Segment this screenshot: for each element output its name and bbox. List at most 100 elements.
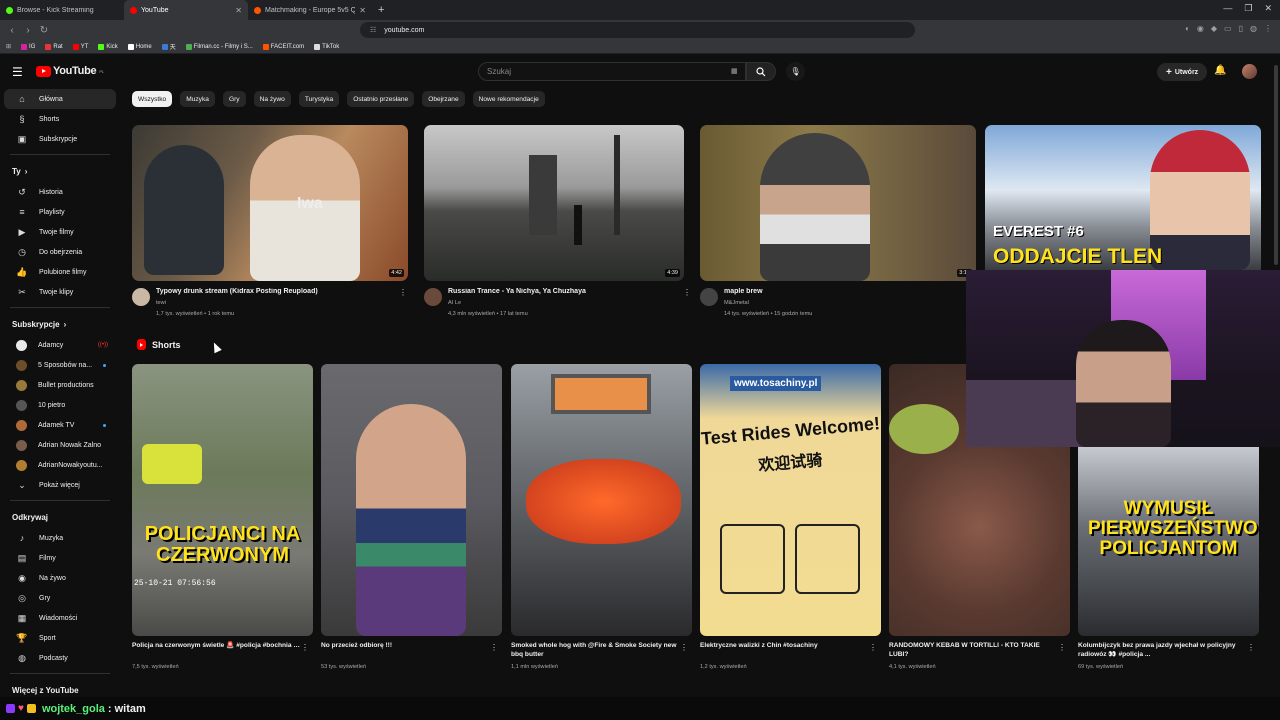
tab-faceit[interactable]: Matchmaking - Europe 5v5 Queue - ✕ <box>248 0 372 20</box>
video-thumbnail[interactable]: 3:13 <box>700 125 976 281</box>
sidebar-icon[interactable]: ▭ <box>1224 24 1232 33</box>
more-icon[interactable]: ⋮ <box>1264 24 1272 33</box>
reload-icon[interactable]: ↻ <box>36 25 52 36</box>
short-title[interactable]: Policja na czerwonym świetle 🚨 #policja … <box>132 641 300 650</box>
menu-icon[interactable]: ☰ <box>12 65 23 79</box>
bookmark-kick[interactable]: Kick <box>98 43 118 50</box>
search-button[interactable] <box>746 62 776 81</box>
sidebar-section-you[interactable]: Ty › <box>0 160 120 182</box>
more-options-icon[interactable]: ⋮ <box>683 288 691 297</box>
back-icon[interactable]: ‹ <box>4 25 20 36</box>
more-options-icon[interactable]: ⋮ <box>1058 643 1066 652</box>
show-more-button[interactable]: ⌄ Pokaż więcej <box>4 475 116 495</box>
chip-games[interactable]: Gry <box>222 91 246 107</box>
short-title[interactable]: Kolumbijczyk bez prawa jazdy wjechał w p… <box>1078 641 1246 659</box>
split-icon[interactable]: ▯ <box>1239 24 1243 33</box>
video-title[interactable]: Russian Trance - Ya Nichya, Ya Chuzhaya <box>448 288 678 295</box>
channel-name[interactable]: AI Le <box>448 300 461 306</box>
sidebar-item-gaming[interactable]: ◎ Gry <box>4 588 116 608</box>
more-options-icon[interactable]: ⋮ <box>1247 643 1255 652</box>
sidebar-item-podcasts[interactable]: ◍ Podcasty <box>4 648 116 668</box>
sidebar-sub-bullet[interactable]: Bullet productions <box>4 375 116 395</box>
notifications-bell-icon[interactable]: 🔔 <box>1214 65 1226 76</box>
bookmark-ig[interactable]: IG <box>21 43 35 50</box>
more-options-icon[interactable]: ⋮ <box>490 643 498 652</box>
sidebar-item-home[interactable]: ⌂ Główna <box>4 89 116 109</box>
bookmark-rat[interactable]: Rat <box>45 43 63 50</box>
minimize-icon[interactable]: — <box>1223 3 1232 14</box>
sidebar-item-liked[interactable]: 👍 Polubione filmy <box>4 262 116 282</box>
sidebar-item-music[interactable]: ♪ Muzyka <box>4 528 116 548</box>
channel-name[interactable]: M&Jmetal <box>724 300 749 306</box>
bookmark-kanji[interactable]: 天 <box>161 42 176 51</box>
sidebar-sub-adamek[interactable]: Adamek TV <box>4 415 116 435</box>
chip-music[interactable]: Muzyka <box>180 91 215 107</box>
create-button[interactable]: + Utwórz <box>1157 63 1208 81</box>
more-options-icon[interactable]: ⋮ <box>869 643 877 652</box>
bookmark-home[interactable]: Home <box>127 43 152 50</box>
channel-avatar[interactable] <box>424 288 442 306</box>
sidebar-sub-adamcy[interactable]: Adamcy ((•)) <box>4 335 116 355</box>
extension-icon[interactable]: ◉ <box>1197 24 1204 33</box>
short-thumbnail[interactable] <box>321 364 502 636</box>
chip-live[interactable]: Na żywo <box>253 91 291 107</box>
chip-watched[interactable]: Obejrzane <box>422 91 465 107</box>
maximize-icon[interactable]: ❐ <box>1244 3 1252 14</box>
short-title[interactable]: No przecież odbiorę !!! <box>321 641 489 650</box>
more-options-icon[interactable]: ⋮ <box>301 643 309 652</box>
extension-icon[interactable]: ◆ <box>1211 24 1217 33</box>
short-title[interactable]: Smoked whole hog with @Fire & Smoke Soci… <box>511 641 679 659</box>
sidebar-item-news[interactable]: ▦ Wiadomości <box>4 608 116 628</box>
chip-tourism[interactable]: Turystyka <box>298 91 340 107</box>
sidebar-item-your-videos[interactable]: ▶ Twoje filmy <box>4 222 116 242</box>
channel-name[interactable]: tewi <box>156 300 166 306</box>
keyboard-icon[interactable]: ▦ <box>731 67 738 75</box>
short-thumbnail[interactable]: POLICJANCI NA CZERWONYM 25-10-21 07:56:5… <box>132 364 313 636</box>
bookmark-faceit[interactable]: FACEIT.com <box>262 43 304 50</box>
forward-icon[interactable]: › <box>20 25 36 36</box>
sidebar-sub-5-sposobow[interactable]: 5 Sposobów na... <box>4 355 116 375</box>
short-title[interactable]: RANDOMOWY KEBAB W TORTILLI - KTO TAKIE L… <box>889 641 1057 659</box>
extension-icon[interactable]: ◐ <box>1185 24 1190 33</box>
sidebar-sub-adrian-nowak[interactable]: Adrian Nowak Zalno <box>4 435 116 455</box>
new-tab-button[interactable]: + <box>378 4 384 16</box>
video-thumbnail[interactable]: 4:39 <box>424 125 684 281</box>
chip-new-recommendations[interactable]: Nowe rekomendacje <box>472 91 545 107</box>
voice-search-button[interactable]: 🎙 <box>786 62 805 81</box>
site-info-icon[interactable]: ☷ <box>370 26 376 34</box>
sidebar-item-watch-later[interactable]: ◷ Do obejrzenia <box>4 242 116 262</box>
more-options-icon[interactable]: ⋮ <box>680 643 688 652</box>
video-thumbnail[interactable]: Iwa 4:42 <box>132 125 408 281</box>
sidebar-item-sport[interactable]: 🏆 Sport <box>4 628 116 648</box>
channel-avatar[interactable] <box>700 288 718 306</box>
sidebar-item-subscriptions[interactable]: ▣ Subskrypcje <box>4 129 116 149</box>
sidebar-item-movies[interactable]: ▤ Filmy <box>4 548 116 568</box>
channel-avatar[interactable] <box>132 288 150 306</box>
profile-icon[interactable]: ◍ <box>1250 24 1257 33</box>
tab-kick[interactable]: Browse - Kick Streaming <box>0 0 124 20</box>
short-thumbnail[interactable]: www.tosachiny.pl Test Rides Welcome! 欢迎试… <box>700 364 881 636</box>
chip-recently-uploaded[interactable]: Ostatnio przesłane <box>347 91 415 107</box>
url-field[interactable]: ☷ youtube.com <box>360 22 915 38</box>
youtube-logo[interactable]: YouTube PL <box>36 65 104 77</box>
short-thumbnail[interactable] <box>511 364 692 636</box>
close-tab-icon[interactable]: ✕ <box>235 6 242 15</box>
search-input[interactable]: Szukaj <box>478 62 746 81</box>
sidebar-item-clips[interactable]: ✂ Twoje klipy <box>4 282 116 302</box>
apps-icon[interactable]: ⊞ <box>6 43 11 50</box>
close-tab-icon[interactable]: ✕ <box>359 6 366 15</box>
bookmark-tiktok[interactable]: TikTok <box>314 43 339 50</box>
bookmark-yt[interactable]: YT <box>72 43 88 50</box>
sidebar-sub-adriannowakyoutube[interactable]: AdrianNowakyoutu... <box>4 455 116 475</box>
bookmark-filman[interactable]: Filman.cc - Filmy i S... <box>185 43 253 50</box>
video-thumbnail[interactable]: EVEREST #6 ODDAJCIE TLEN <box>985 125 1261 270</box>
close-window-icon[interactable]: ✕ <box>1264 3 1272 14</box>
short-title[interactable]: Elektryczne walizki z Chin #tosachiny <box>700 641 868 650</box>
more-options-icon[interactable]: ⋮ <box>399 288 407 297</box>
video-title[interactable]: maple brew <box>724 288 954 295</box>
page-scrollbar[interactable] <box>1274 65 1278 265</box>
sidebar-section-subscriptions[interactable]: Subskrypcje › <box>0 313 120 335</box>
tab-youtube[interactable]: YouTube ✕ <box>124 0 248 20</box>
sidebar-item-shorts[interactable]: § Shorts <box>4 109 116 129</box>
sidebar-item-live[interactable]: ◉ Na żywo <box>4 568 116 588</box>
